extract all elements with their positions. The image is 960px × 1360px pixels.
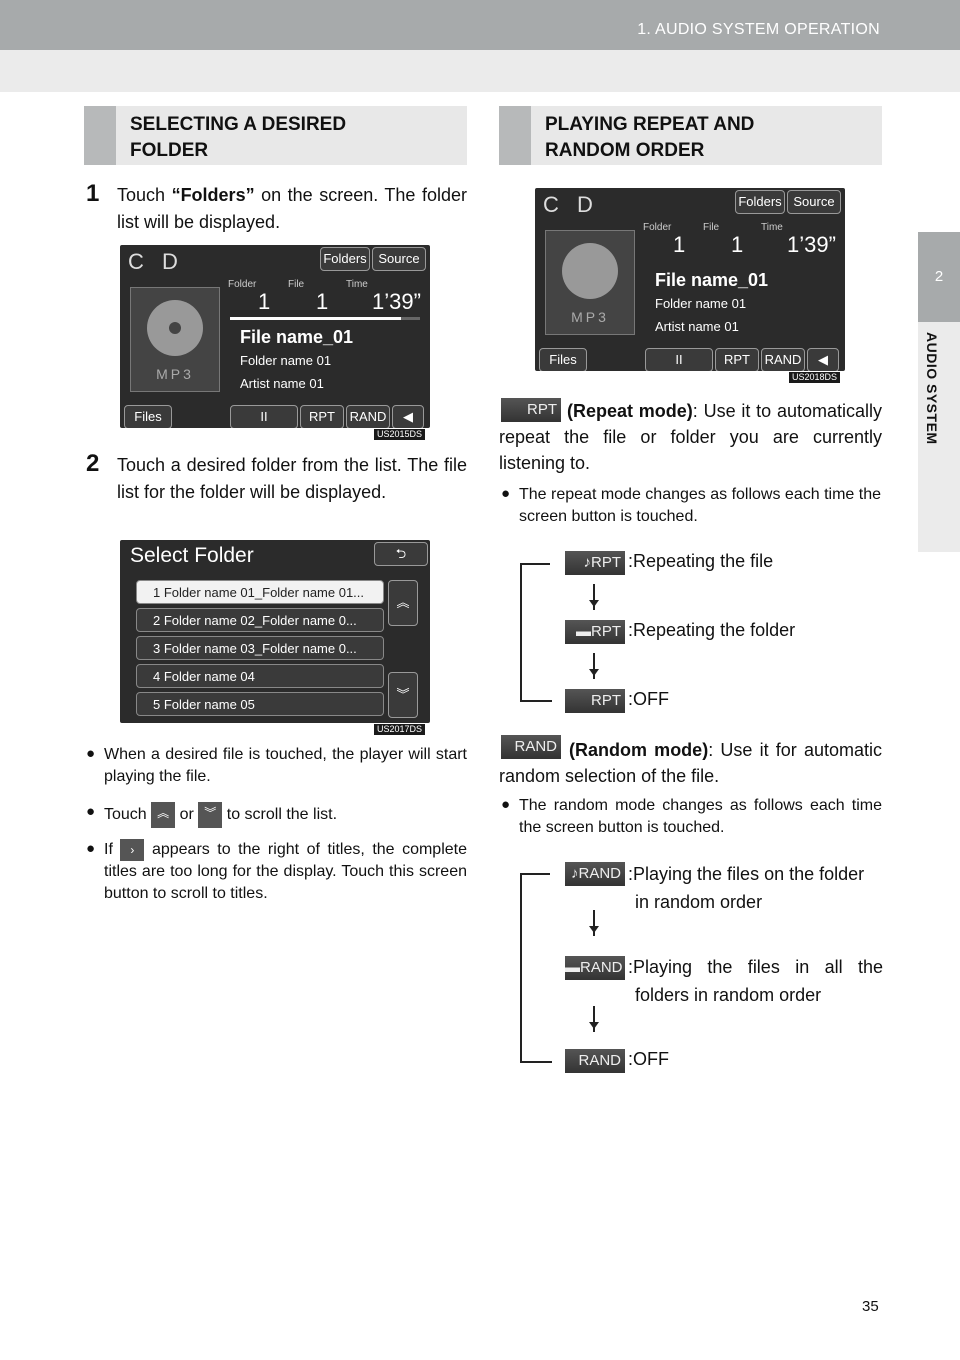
progress-bar: [230, 317, 420, 320]
files-button[interactable]: Files: [539, 348, 587, 371]
scroll-down-icon[interactable]: ︾: [388, 672, 418, 718]
section-title: SELECTING A DESIRED FOLDER: [130, 114, 347, 161]
scroll-up-icon: ︽: [151, 802, 176, 828]
bullet-text: The random mode changes as follows each …: [519, 797, 882, 836]
figure-code: US2015DS: [374, 429, 426, 440]
repeat-state: :Repeating the file: [628, 551, 774, 571]
manual-page: 1. AUDIO SYSTEM OPERATION 2 AUDIO SYSTEM…: [0, 0, 960, 1360]
step-number: 1: [86, 180, 100, 207]
folders-button[interactable]: Folders: [735, 190, 785, 214]
file-label: File: [288, 279, 305, 290]
chapter-tab-number: 2: [918, 232, 960, 322]
random-all-chip: ▬RAND: [565, 956, 625, 980]
source-label: C D: [543, 192, 599, 217]
file-name: File name_01: [240, 327, 354, 347]
repeat-button[interactable]: RPT: [300, 405, 344, 428]
random-description: (Random mode): Use it for automatic rand…: [499, 740, 882, 786]
disc-art: MP3: [545, 230, 635, 335]
folder-row[interactable]: 5 Folder name 05: [136, 692, 384, 716]
repeat-description: (Repeat mode): Use it to automatically r…: [499, 401, 882, 473]
repeat-folder-chip: ▬RPT: [565, 620, 625, 644]
step-number: 2: [86, 450, 100, 477]
arrow-down-icon: [589, 653, 599, 679]
bullet-icon: ●: [86, 803, 96, 820]
scroll-down-icon: ︾: [198, 802, 223, 828]
cd-screen-figure: C D Folders Source MP3 Folder File Time …: [120, 245, 430, 428]
figure-code: US2018DS: [789, 372, 841, 383]
header-title: 1. AUDIO SYSTEM OPERATION: [637, 21, 880, 38]
random-off-chip: RAND: [565, 1049, 625, 1073]
section-header-folder: SELECTING A DESIRED FOLDER: [84, 106, 467, 165]
screen-title: Select Folder: [130, 544, 254, 567]
cd-screen-figure-2: C D Folders Source MP3 Folder File Time …: [535, 188, 845, 371]
source-button[interactable]: Source: [372, 247, 426, 271]
step-2-text: Touch a desired folder from the list. Th…: [117, 455, 467, 502]
volume-icon[interactable]: ◀: [392, 405, 424, 428]
bullet-text: Touch ︽ or ︾ to scroll the list.: [104, 802, 467, 828]
random-state: :OFF: [628, 1049, 669, 1069]
section-title: PLAYING REPEAT AND RANDOM ORDER: [545, 114, 755, 161]
random-folder-chip: ♪RAND: [565, 862, 625, 886]
scroll-title-icon: ›: [120, 839, 145, 861]
folders-button[interactable]: Folders: [320, 247, 370, 271]
arrow-down-icon: [589, 584, 599, 610]
disc-label: MP3: [156, 366, 194, 382]
volume-icon[interactable]: ◀: [807, 348, 839, 371]
elapsed-time: 1’39”: [372, 289, 421, 314]
random-state: :Playing the files in all the folders in…: [628, 957, 883, 1005]
bullet-text: The repeat mode changes as follows each …: [519, 486, 881, 525]
chapter-tab-label: AUDIO SYSTEM: [924, 332, 940, 445]
random-button[interactable]: RAND: [761, 348, 805, 371]
repeat-state: :OFF: [628, 689, 669, 709]
random-button[interactable]: RAND: [346, 405, 390, 428]
bullet-icon: ●: [86, 840, 96, 857]
source-label: C D: [128, 249, 184, 274]
bullet-icon: ●: [501, 485, 511, 502]
arrow-down-icon: [589, 1006, 599, 1032]
file-number: 1: [316, 289, 329, 314]
disc-icon: [147, 300, 203, 356]
files-button[interactable]: Files: [124, 405, 172, 428]
random-state: :Playing the files on the folder in rand…: [628, 864, 865, 912]
pause-button[interactable]: II: [645, 348, 713, 371]
artist-name: Artist name 01: [240, 376, 324, 391]
folder-row[interactable]: 1 Folder name 01_Folder name 01...: [136, 580, 384, 604]
section-header-repeat-random: PLAYING REPEAT AND RANDOM ORDER: [499, 106, 882, 165]
arrow-down-icon: [589, 910, 599, 936]
step-1-text: Touch “Folders” on the screen. The folde…: [117, 185, 467, 232]
folder-name: Folder name 01: [240, 353, 332, 368]
source-button[interactable]: Source: [787, 190, 841, 214]
header-band: [0, 50, 960, 92]
bullet-icon: ●: [86, 745, 96, 762]
folder-row[interactable]: 4 Folder name 04: [136, 664, 384, 688]
figure-code: US2017DS: [374, 724, 426, 735]
time-label: Time: [346, 279, 368, 290]
bullet-text: When a desired file is touched, the play…: [104, 746, 467, 785]
repeat-file-chip: ♪RPT: [565, 551, 625, 575]
select-folder-screen-figure: Select Folder ⮌ 1 Folder name 01_Folder …: [120, 540, 430, 723]
folder-number: 1: [258, 289, 271, 314]
disc-art: MP3: [130, 287, 220, 392]
scroll-up-icon[interactable]: ︽: [388, 580, 418, 626]
back-button[interactable]: ⮌: [374, 542, 428, 566]
bullet-text: If › appears to the right of titles, the…: [104, 839, 467, 905]
repeat-button[interactable]: RPT: [715, 348, 759, 371]
chapter-tab: AUDIO SYSTEM: [918, 322, 960, 552]
header-bar: 1. AUDIO SYSTEM OPERATION: [0, 0, 960, 50]
folder-row[interactable]: 3 Folder name 03_Folder name 0...: [136, 636, 384, 660]
page-number: 35: [862, 1298, 879, 1315]
folder-label: Folder: [228, 279, 257, 290]
repeat-state: :Repeating the folder: [628, 620, 796, 640]
repeat-off-chip: RPT: [565, 689, 625, 713]
folder-row[interactable]: 2 Folder name 02_Folder name 0...: [136, 608, 384, 632]
bullet-icon: ●: [501, 796, 511, 813]
pause-button[interactable]: II: [230, 405, 298, 428]
